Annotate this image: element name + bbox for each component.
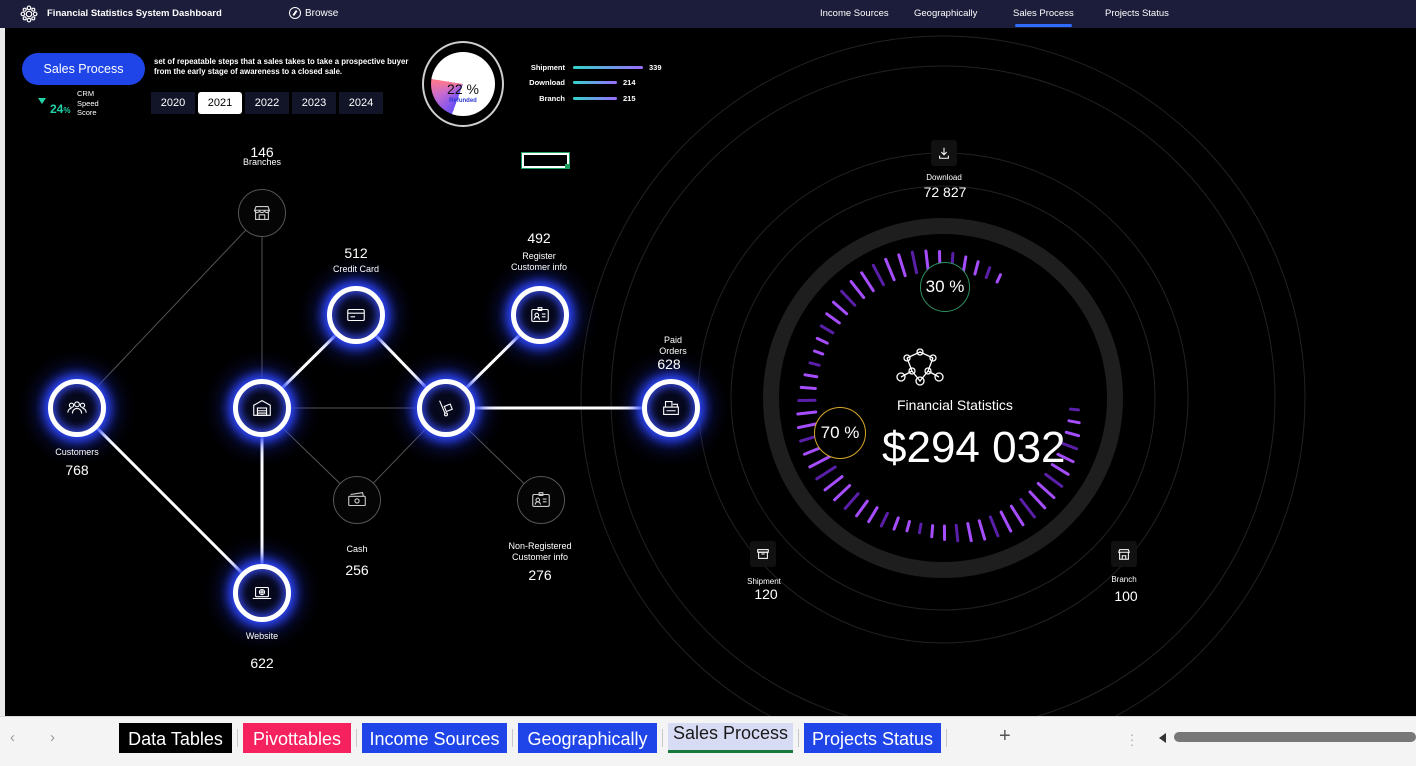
tab-separator xyxy=(356,729,357,747)
non-registered-node[interactable] xyxy=(517,476,565,524)
box-icon xyxy=(757,549,769,559)
laptop-icon xyxy=(252,586,272,600)
tab-separator xyxy=(237,729,238,747)
credit-card-value: 512 xyxy=(344,245,368,261)
id-card-icon xyxy=(531,307,549,322)
financial-statistics-title: Financial Statistics xyxy=(897,397,1013,413)
hand-truck-icon xyxy=(439,400,453,417)
store-icon xyxy=(253,206,271,220)
website-node[interactable] xyxy=(233,564,291,622)
website-value: 622 xyxy=(250,655,274,671)
credit-card-label: Credit Card xyxy=(332,264,380,274)
shipment-value: 120 xyxy=(754,586,778,602)
download-value: 72 827 xyxy=(923,184,967,200)
tab-separator xyxy=(662,729,663,747)
sheet-tab-sales-process[interactable]: Sales Process xyxy=(668,723,793,753)
warehouse-icon xyxy=(253,400,271,416)
warehouse-node[interactable] xyxy=(233,379,291,437)
download-icon xyxy=(939,147,949,159)
horizontal-scrollbar[interactable] xyxy=(1174,732,1416,742)
branch-value: 100 xyxy=(1114,588,1138,604)
pct-70-circle: 70 % xyxy=(814,407,866,459)
non-registered-value: 276 xyxy=(528,567,552,583)
download-label: Download xyxy=(926,173,962,182)
branches-node[interactable] xyxy=(238,189,286,237)
credit-card-icon xyxy=(347,308,365,322)
sheet-tab-pivottables[interactable]: Pivottables xyxy=(243,723,351,753)
scroll-left-arrow[interactable] xyxy=(1159,733,1166,743)
credit-card-node[interactable] xyxy=(327,286,385,344)
register-value: 492 xyxy=(527,230,551,246)
cash-node[interactable] xyxy=(333,476,381,524)
financial-statistics-value: $294 032 xyxy=(882,423,1066,472)
download-node[interactable] xyxy=(931,140,957,166)
more-options-icon[interactable]: ... xyxy=(1130,724,1134,748)
branches-label: Branches xyxy=(242,157,282,167)
shipment-node[interactable] xyxy=(750,541,776,567)
sheet-tab-geographically[interactable]: Geographically xyxy=(518,723,657,753)
cash-value: 256 xyxy=(345,562,369,578)
delivery-node[interactable] xyxy=(417,379,475,437)
chevron-right-icon[interactable]: › xyxy=(50,729,55,746)
paid-orders-value: 628 xyxy=(657,356,681,372)
cash-icon xyxy=(348,492,366,507)
sheet-tab-data-tables[interactable]: Data Tables xyxy=(119,723,232,753)
customers-value: 768 xyxy=(65,462,89,478)
customers-node[interactable] xyxy=(48,379,106,437)
tab-separator xyxy=(798,729,799,747)
add-sheet-button[interactable]: + xyxy=(999,725,1011,748)
paid-orders-node[interactable] xyxy=(642,379,700,437)
pct-30-circle: 30 % xyxy=(920,262,970,312)
customers-label: Customers xyxy=(55,447,99,457)
tab-separator xyxy=(512,729,513,747)
users-icon xyxy=(67,401,87,414)
branch-label: Branch xyxy=(1111,575,1137,584)
chevron-left-icon[interactable]: ‹ xyxy=(10,729,15,746)
register-node[interactable] xyxy=(511,286,569,344)
register-label: Register Customer info xyxy=(510,251,568,272)
sheet-tab-projects-status[interactable]: Projects Status xyxy=(804,723,941,753)
store-icon xyxy=(1118,549,1130,560)
website-label: Website xyxy=(245,631,279,641)
cash-label: Cash xyxy=(346,544,368,554)
id-badge-icon xyxy=(532,492,550,507)
network-people-icon xyxy=(896,348,944,386)
sheet-tab-bar: ‹ › Data Tables Pivottables Income Sourc… xyxy=(0,716,1416,766)
non-registered-label: Non-Registered Customer info xyxy=(508,541,572,562)
tab-separator xyxy=(946,729,947,747)
network-lines xyxy=(75,212,671,595)
cash-register-icon xyxy=(663,401,679,415)
branch-node[interactable] xyxy=(1111,541,1137,567)
sheet-tab-income-sources[interactable]: Income Sources xyxy=(362,723,507,753)
paid-orders-label: Paid Orders xyxy=(659,335,687,356)
